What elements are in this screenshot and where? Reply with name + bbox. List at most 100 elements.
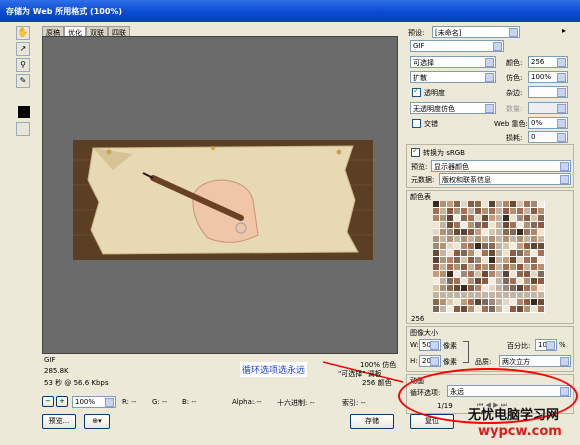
color-swatch[interactable] <box>454 264 460 270</box>
color-swatch[interactable] <box>531 306 537 312</box>
color-swatch[interactable] <box>433 278 439 284</box>
color-swatch[interactable] <box>496 306 502 312</box>
color-swatch[interactable] <box>440 229 446 235</box>
srgb-checkbox[interactable] <box>411 146 420 157</box>
color-swatch[interactable] <box>538 236 544 242</box>
color-swatch[interactable] <box>482 208 488 214</box>
color-swatch[interactable] <box>482 292 488 298</box>
color-swatch[interactable] <box>510 271 516 277</box>
color-swatch[interactable] <box>503 208 509 214</box>
color-swatch[interactable] <box>433 299 439 305</box>
format-select[interactable]: GIF <box>410 40 504 52</box>
color-swatch[interactable] <box>517 250 523 256</box>
color-swatch[interactable] <box>454 278 460 284</box>
color-swatch[interactable] <box>461 306 467 312</box>
color-swatch[interactable] <box>482 285 488 291</box>
color-swatch[interactable] <box>475 201 481 207</box>
dither-algo-select[interactable]: 扩散 <box>410 71 496 83</box>
color-swatch[interactable] <box>482 215 488 221</box>
color-swatch[interactable] <box>433 222 439 228</box>
color-swatch[interactable] <box>496 299 502 305</box>
color-swatch[interactable] <box>454 208 460 214</box>
color-swatch[interactable] <box>524 285 530 291</box>
color-swatch[interactable] <box>524 208 530 214</box>
color-swatch[interactable] <box>531 257 537 263</box>
color-swatch[interactable] <box>454 243 460 249</box>
color-swatch[interactable] <box>475 278 481 284</box>
color-swatch[interactable] <box>503 229 509 235</box>
color-swatch[interactable] <box>447 201 453 207</box>
color-swatch[interactable] <box>489 285 495 291</box>
color-swatch[interactable] <box>454 201 460 207</box>
color-swatch[interactable] <box>531 243 537 249</box>
color-swatch[interactable] <box>482 229 488 235</box>
color-swatch[interactable] <box>538 292 544 298</box>
color-swatch[interactable] <box>538 285 544 291</box>
color-swatch[interactable] <box>433 243 439 249</box>
color-swatch[interactable] <box>524 292 530 298</box>
quality-select[interactable]: 两次立方 <box>499 355 571 367</box>
color-swatch[interactable] <box>510 250 516 256</box>
color-table-grid[interactable] <box>433 201 545 313</box>
color-swatch[interactable] <box>510 236 516 242</box>
color-swatch[interactable] <box>468 264 474 270</box>
color-swatch[interactable] <box>517 292 523 298</box>
color-swatch[interactable] <box>482 201 488 207</box>
color-swatch[interactable] <box>538 278 544 284</box>
color-swatch[interactable] <box>531 229 537 235</box>
hand-tool-icon[interactable]: ✋ <box>16 26 30 40</box>
color-swatch[interactable] <box>461 222 467 228</box>
color-swatch[interactable] <box>517 264 523 270</box>
color-swatch[interactable] <box>510 229 516 235</box>
color-swatch[interactable] <box>496 271 502 277</box>
color-swatch[interactable] <box>489 299 495 305</box>
color-swatch[interactable] <box>503 292 509 298</box>
color-swatch[interactable] <box>468 250 474 256</box>
color-swatch[interactable] <box>510 257 516 263</box>
color-swatch[interactable] <box>475 257 481 263</box>
color-swatch[interactable] <box>433 292 439 298</box>
color-swatch[interactable] <box>468 299 474 305</box>
color-swatch[interactable] <box>468 292 474 298</box>
color-swatch[interactable] <box>496 264 502 270</box>
color-swatch[interactable] <box>447 208 453 214</box>
color-swatch[interactable] <box>538 250 544 256</box>
color-swatch[interactable] <box>489 236 495 242</box>
color-swatch[interactable] <box>524 278 530 284</box>
color-swatch[interactable] <box>468 257 474 263</box>
color-swatch[interactable] <box>531 299 537 305</box>
color-swatch[interactable] <box>496 229 502 235</box>
color-swatch[interactable] <box>517 285 523 291</box>
color-swatch[interactable] <box>440 201 446 207</box>
color-swatch[interactable] <box>454 299 460 305</box>
color-swatch[interactable] <box>440 222 446 228</box>
color-swatch[interactable] <box>461 243 467 249</box>
color-swatch[interactable] <box>440 250 446 256</box>
color-swatch[interactable] <box>538 222 544 228</box>
color-swatch[interactable] <box>454 250 460 256</box>
color-swatch[interactable] <box>482 299 488 305</box>
color-swatch[interactable] <box>482 257 488 263</box>
matte-select[interactable] <box>528 86 568 98</box>
color-swatch[interactable] <box>510 208 516 214</box>
color-swatch[interactable] <box>538 215 544 221</box>
browser-select-button[interactable]: ⊕▾ <box>84 414 110 429</box>
color-swatch[interactable] <box>454 306 460 312</box>
color-swatch[interactable] <box>510 222 516 228</box>
color-swatch[interactable] <box>475 236 481 242</box>
tab-optimized[interactable]: 优化 <box>64 26 86 37</box>
color-swatch[interactable] <box>447 278 453 284</box>
color-swatch[interactable] <box>538 208 544 214</box>
color-swatch[interactable] <box>447 215 453 221</box>
height-input[interactable]: 200 <box>419 355 441 367</box>
color-swatch[interactable] <box>538 264 544 270</box>
color-swatch[interactable] <box>475 285 481 291</box>
color-swatch[interactable] <box>433 215 439 221</box>
color-swatch[interactable] <box>489 215 495 221</box>
color-swatch[interactable] <box>538 306 544 312</box>
color-swatch[interactable] <box>489 243 495 249</box>
color-swatch[interactable] <box>468 278 474 284</box>
color-swatch[interactable] <box>440 271 446 277</box>
amount-select[interactable] <box>528 102 568 114</box>
color-swatch[interactable] <box>503 257 509 263</box>
